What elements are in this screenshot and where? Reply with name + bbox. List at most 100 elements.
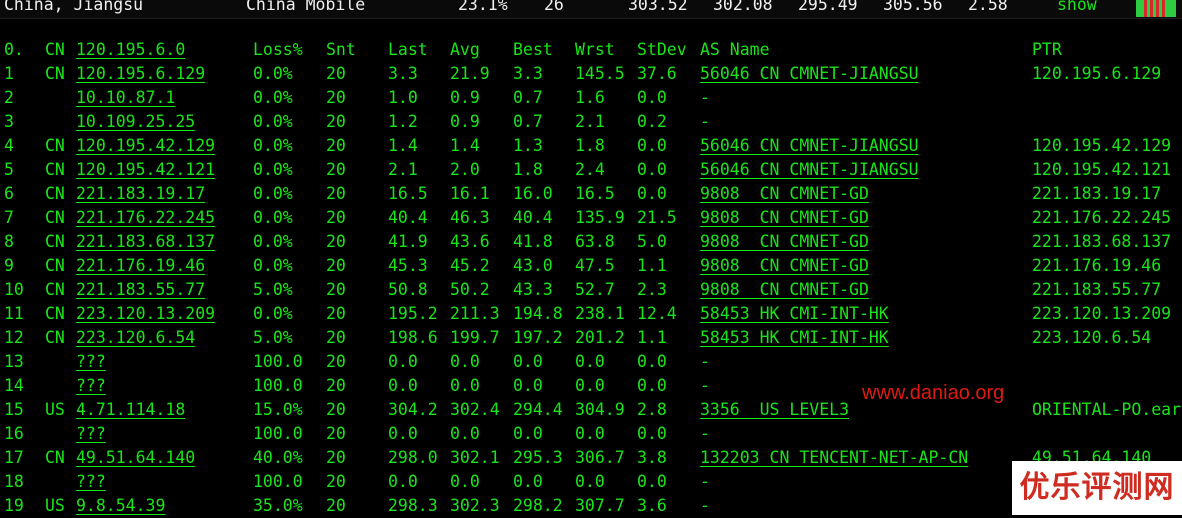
- cell-country: CN: [45, 160, 65, 179]
- summary-stdev: 2.58: [968, 0, 1008, 14]
- cell-as-name[interactable]: 9808 CN CMNET-GD: [700, 206, 869, 230]
- cell-last: 40.4: [388, 208, 428, 227]
- cell-ptr: 221.176.19.46: [1032, 256, 1162, 275]
- cell-best: 0.7: [513, 88, 543, 107]
- cell-host[interactable]: 223.120.13.209: [76, 302, 215, 326]
- cell-snt: 20: [326, 400, 346, 419]
- cell-avg: 21.9: [450, 64, 490, 83]
- cell-wrst: 307.7: [575, 496, 625, 515]
- cell-host[interactable]: 221.183.68.137: [76, 230, 215, 254]
- cell-snt: 20: [326, 424, 346, 443]
- cell-ptr: 221.183.55.77: [1032, 280, 1162, 299]
- cell-host[interactable]: ???: [76, 350, 106, 374]
- table-row: 18??? 100.0 20 0.0 0.0 0.0 0.0 0.0 -: [0, 470, 1182, 494]
- cell-stdev: 0.0: [637, 136, 667, 155]
- cell-snt: 20: [326, 352, 346, 371]
- cell-host[interactable]: ???: [76, 374, 106, 398]
- cell-host[interactable]: 49.51.64.140: [76, 446, 195, 470]
- cell-last: 3.3: [388, 64, 418, 83]
- cell-host[interactable]: 10.10.87.1: [76, 86, 175, 110]
- cell-hop: 1: [4, 64, 14, 83]
- cell-wrst: 0.0: [575, 376, 605, 395]
- cell-hop: 2: [4, 88, 14, 107]
- cell-as-name[interactable]: 58453 HK CMI-INT-HK: [700, 326, 889, 350]
- cell-as-name[interactable]: 9808 CN CMNET-GD: [700, 230, 869, 254]
- cell-last: 1.0: [388, 88, 418, 107]
- cell-as-name: -: [700, 496, 710, 515]
- cell-as-name[interactable]: 56046 CN CMNET-JIANGSU: [700, 158, 919, 182]
- cell-snt: 20: [326, 304, 346, 323]
- cell-hop: 11: [4, 304, 24, 323]
- cell-host[interactable]: 223.120.6.54: [76, 326, 195, 350]
- summary-avg: 302.08: [713, 0, 773, 14]
- cell-ptr: 223.120.6.54: [1032, 328, 1152, 347]
- cell-as-name[interactable]: 3356 US LEVEL3: [700, 398, 849, 422]
- cell-avg: 302.3: [450, 496, 500, 515]
- mini-graph: [1136, 0, 1176, 17]
- cell-host[interactable]: 10.109.25.25: [76, 110, 195, 134]
- cell-wrst: 1.8: [575, 136, 605, 155]
- cell-host[interactable]: 120.195.42.121: [76, 158, 215, 182]
- cell-as-name[interactable]: 9808 CN CMNET-GD: [700, 254, 869, 278]
- cell-host[interactable]: ???: [76, 422, 106, 446]
- cell-best: 1.3: [513, 136, 543, 155]
- cell-as-name: -: [700, 424, 710, 443]
- cell-hop: 6: [4, 184, 14, 203]
- cell-best: 43.0: [513, 256, 553, 275]
- cell-stdev: 0.0: [637, 424, 667, 443]
- table-row: 1 CN 120.195.6.129 0.0% 20 3.3 21.9 3.3 145.5 37.…: [0, 62, 1182, 86]
- cell-host[interactable]: 221.183.55.77: [76, 278, 205, 302]
- cell-as-name[interactable]: 58453 HK CMI-INT-HK: [700, 302, 889, 326]
- cell-ptr: 120.195.42.121: [1032, 160, 1172, 179]
- cell-stdev: 1.1: [637, 328, 667, 347]
- cell-best: 0.0: [513, 352, 543, 371]
- cell-snt: 20: [326, 136, 346, 155]
- cell-avg: 199.7: [450, 328, 500, 347]
- summary-bar: China, Jiangsu China Mobile 23.1% 26 303…: [0, 0, 1182, 18]
- cell-as-name[interactable]: 56046 CN CMNET-JIANGSU: [700, 134, 919, 158]
- cell-last: 1.4: [388, 136, 418, 155]
- cell-host[interactable]: 221.176.19.46: [76, 254, 205, 278]
- cell-snt: 20: [326, 448, 346, 467]
- cell-snt: 20: [326, 472, 346, 491]
- table-row: 7 CN 221.176.22.245 0.0% 20 40.4 46.3 40.4 135.9…: [0, 206, 1182, 230]
- header-snt: Snt: [326, 40, 356, 59]
- cell-best: 197.2: [513, 328, 563, 347]
- cell-host[interactable]: 221.183.19.17: [76, 182, 205, 206]
- cell-as-name[interactable]: 9808 CN CMNET-GD: [700, 182, 869, 206]
- cell-hop: 5: [4, 160, 14, 179]
- table-row: 17 CN 49.51.64.140 40.0% 20 298.0 302.1 295.3 30…: [0, 446, 1182, 470]
- isp-text: China Mobile: [246, 0, 366, 14]
- cell-ptr: 120.195.42.129: [1032, 136, 1172, 155]
- cell-best: 0.7: [513, 112, 543, 131]
- table-row: 10 CN 221.183.55.77 5.0% 20 50.8 50.2 43.3 52.7 2…: [0, 278, 1182, 302]
- cell-snt: 20: [326, 112, 346, 131]
- cell-host[interactable]: 221.176.22.245: [76, 206, 215, 230]
- cell-host[interactable]: 4.71.114.18: [76, 398, 185, 422]
- summary-loss: 23.1%: [458, 0, 508, 14]
- cell-as-name[interactable]: 56046 CN CMNET-JIANGSU: [700, 62, 919, 86]
- cell-last: 298.0: [388, 448, 438, 467]
- header-stdev: StDev: [637, 40, 687, 59]
- header-host[interactable]: 120.195.6.0: [76, 38, 185, 62]
- cell-country: CN: [45, 64, 65, 83]
- cell-wrst: 0.0: [575, 352, 605, 371]
- cell-last: 1.2: [388, 112, 418, 131]
- cell-wrst: 2.4: [575, 160, 605, 179]
- cell-country: CN: [45, 328, 65, 347]
- cell-stdev: 0.0: [637, 352, 667, 371]
- cell-best: 1.8: [513, 160, 543, 179]
- cell-snt: 20: [326, 232, 346, 251]
- cell-host[interactable]: 120.195.6.129: [76, 62, 205, 86]
- cell-as-name[interactable]: 9808 CN CMNET-GD: [700, 278, 869, 302]
- cell-host[interactable]: 9.8.54.39: [76, 494, 165, 518]
- cell-host[interactable]: ???: [76, 470, 106, 494]
- cell-host[interactable]: 120.195.42.129: [76, 134, 215, 158]
- cell-hop: 9: [4, 256, 14, 275]
- cell-as-name[interactable]: 132203 CN TENCENT-NET-AP-CN: [700, 446, 968, 470]
- summary-snt: 26: [544, 0, 564, 14]
- show-link[interactable]: show: [1057, 0, 1097, 14]
- cell-stdev: 2.3: [637, 280, 667, 299]
- cell-last: 0.0: [388, 352, 418, 371]
- cell-loss: 0.0%: [253, 208, 293, 227]
